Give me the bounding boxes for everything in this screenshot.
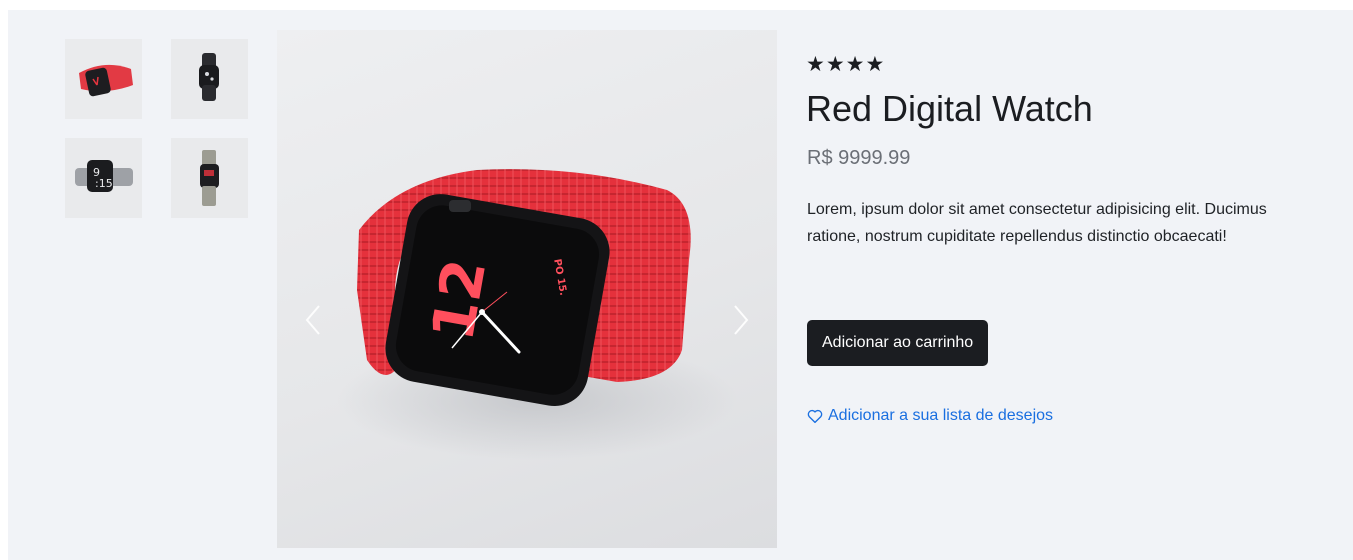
thumbnail-red-watch[interactable] <box>65 39 142 119</box>
rating-stars: ★★★★ <box>806 52 886 76</box>
black-watch-thumbnail-image <box>171 39 248 119</box>
carousel-prev-button[interactable] <box>299 300 329 340</box>
product-price: R$ 9999.99 <box>807 147 911 169</box>
thumbnail-gray-watch[interactable]: 9 :15 <box>65 138 142 218</box>
chevron-left-icon <box>305 305 320 335</box>
heart-icon <box>807 409 823 424</box>
chevron-right-icon <box>734 305 749 335</box>
red-watch-thumbnail-image <box>65 39 142 119</box>
dial-numerals: 12 <box>418 254 499 345</box>
thumbnail-black-watch[interactable] <box>171 39 248 119</box>
gray-watch-thumbnail-image: 9 :15 <box>65 138 142 218</box>
carousel-next-button[interactable] <box>725 300 755 340</box>
steel-band-watch-thumbnail-image <box>171 138 248 218</box>
main-product-image: 12 PO 15. <box>277 30 777 548</box>
product-title: Red Digital Watch <box>806 88 1093 129</box>
svg-text::15: :15 <box>95 177 113 190</box>
add-to-wishlist-link[interactable]: Adicionar a sua lista de desejos <box>806 407 1053 425</box>
wishlist-label: Adicionar a sua lista de desejos <box>828 407 1054 424</box>
add-to-cart-button[interactable]: Adicionar ao carrinho <box>807 320 989 366</box>
thumbnail-steel-band-watch[interactable] <box>171 138 248 218</box>
product-description: Lorem, ipsum dolor sit amet consectetur … <box>807 201 1267 245</box>
red-watch-photo: 12 PO 15. <box>337 169 737 460</box>
